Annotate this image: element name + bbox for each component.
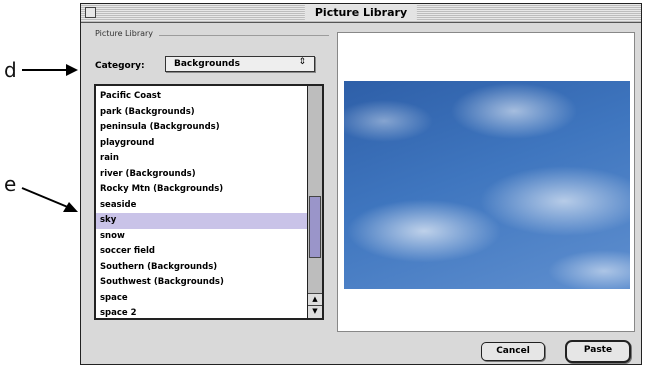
list-item[interactable]: Southern (Backgrounds): [96, 260, 308, 276]
scroll-down-arrow-icon[interactable]: ▼: [308, 305, 322, 318]
preview-panel: [337, 32, 635, 332]
paste-button[interactable]: Paste: [565, 340, 631, 363]
list-item[interactable]: Rocky Mtn (Backgrounds): [96, 182, 308, 198]
picture-library-dialog: Picture Library Picture Library Category…: [80, 3, 642, 365]
group-label: Picture Library: [95, 29, 154, 38]
list-items: Pacific Coast park (Backgrounds) peninsula…: [96, 89, 308, 318]
arrow-d-icon: [22, 64, 78, 76]
list-item[interactable]: river (Backgrounds): [96, 167, 308, 183]
category-label: Category:: [95, 61, 145, 71]
dialog-title: Picture Library: [304, 5, 418, 20]
list-item[interactable]: Pacific Coast: [96, 89, 308, 105]
popup-arrows-icon: ⇕: [298, 57, 306, 67]
group-divider: [159, 35, 329, 36]
list-item[interactable]: seaside: [96, 198, 308, 214]
list-scrollbar[interactable]: ▲ ▼: [307, 86, 322, 318]
list-item[interactable]: soccer field: [96, 244, 308, 260]
scroll-thumb[interactable]: [309, 196, 321, 258]
picture-list[interactable]: Pacific Coast park (Backgrounds) peninsula…: [94, 84, 324, 320]
list-item[interactable]: park (Backgrounds): [96, 105, 308, 121]
arrow-e-icon: [21, 187, 78, 212]
list-item[interactable]: space 2: [96, 306, 308, 318]
list-item[interactable]: sky: [96, 213, 308, 229]
list-item[interactable]: snow: [96, 229, 308, 245]
list-item[interactable]: Southwest (Backgrounds): [96, 275, 308, 291]
category-select[interactable]: Backgrounds ⇕: [165, 56, 315, 72]
list-item[interactable]: playground: [96, 136, 308, 152]
cancel-button[interactable]: Cancel: [481, 342, 545, 361]
category-value: Backgrounds: [174, 59, 240, 69]
close-box-icon[interactable]: [85, 7, 96, 18]
list-item[interactable]: peninsula (Backgrounds): [96, 120, 308, 136]
list-item[interactable]: space: [96, 291, 308, 307]
callout-arrows: [21, 64, 78, 212]
title-bar[interactable]: Picture Library: [81, 4, 641, 23]
list-item[interactable]: rain: [96, 151, 308, 167]
sky-preview-image: [344, 81, 630, 289]
